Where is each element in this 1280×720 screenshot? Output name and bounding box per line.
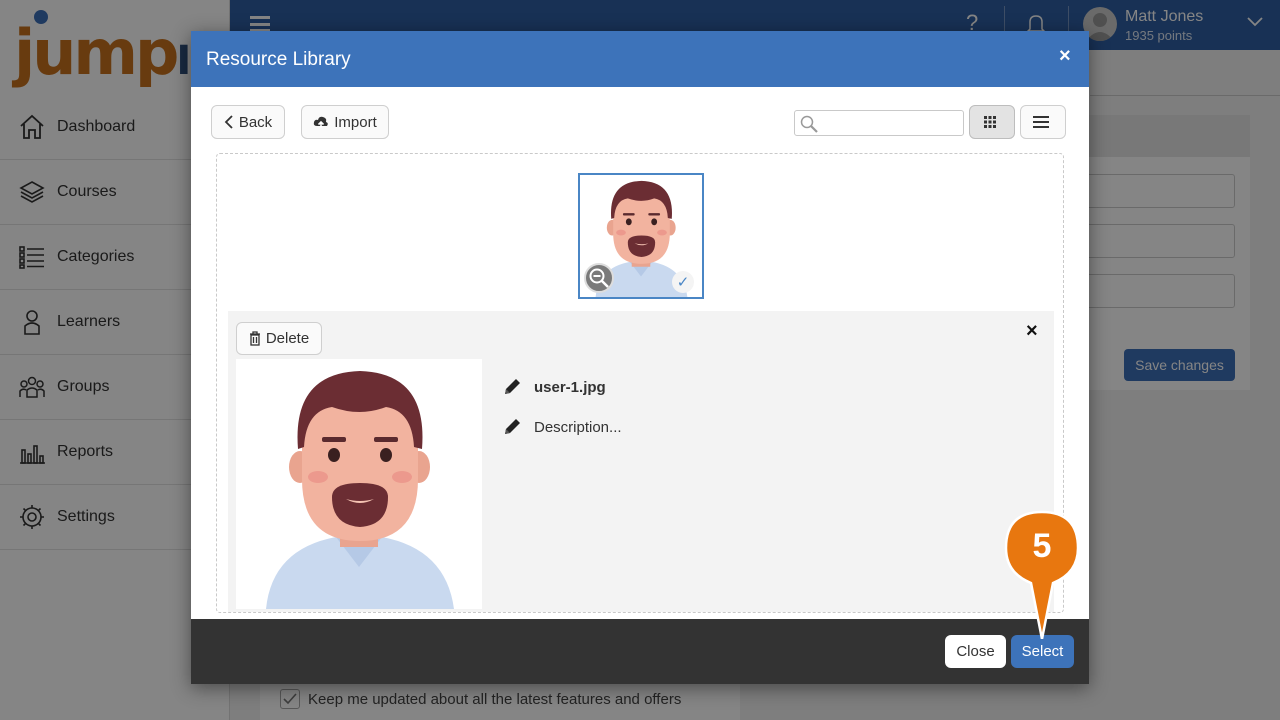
select-button[interactable]: Select xyxy=(1011,635,1074,668)
cloud-upload-icon xyxy=(314,116,329,128)
resource-preview xyxy=(236,359,482,609)
import-button-label: Import xyxy=(334,113,377,131)
delete-button[interactable]: Delete xyxy=(236,322,322,355)
chevron-left-icon xyxy=(224,115,233,129)
back-button-label: Back xyxy=(238,113,273,131)
modal-footer: Close Select xyxy=(191,619,1089,684)
close-button[interactable]: Close xyxy=(945,635,1006,668)
step-marker: 5 xyxy=(1003,509,1081,640)
file-name: user-1.jpg xyxy=(534,378,606,396)
modal-header: Resource Library × xyxy=(191,31,1089,87)
search-input[interactable] xyxy=(821,111,961,133)
import-button[interactable]: Import xyxy=(301,105,389,139)
pencil-icon xyxy=(505,379,520,394)
avatar-image xyxy=(236,359,482,609)
grid-view-button[interactable] xyxy=(969,105,1015,139)
modal-title: Resource Library xyxy=(206,49,351,70)
grid-view-icon xyxy=(983,116,996,128)
list-view-button[interactable] xyxy=(1020,105,1066,139)
resource-grid: ✓ Delete × user-1.jpg Description... xyxy=(216,153,1064,613)
resource-detail-panel: Delete × user-1.jpg Description... xyxy=(228,311,1054,612)
search-box xyxy=(794,110,964,136)
description-field[interactable]: Description... xyxy=(502,417,622,437)
detail-close-button[interactable]: × xyxy=(1026,320,1038,343)
selected-check-icon: ✓ xyxy=(672,271,694,293)
list-view-icon xyxy=(1032,116,1049,128)
resource-library-modal: Resource Library × Back Import ✓ Delete … xyxy=(191,31,1089,684)
zoom-out-button[interactable] xyxy=(584,263,614,293)
resource-thumbnail[interactable]: ✓ xyxy=(578,173,704,299)
delete-button-label: Delete xyxy=(265,330,310,347)
zoom-out-icon xyxy=(589,268,609,288)
description-placeholder: Description... xyxy=(534,418,622,436)
modal-close-button[interactable]: × xyxy=(1059,45,1071,68)
file-name-field[interactable]: user-1.jpg xyxy=(502,377,606,397)
pencil-icon xyxy=(505,419,520,434)
back-button[interactable]: Back xyxy=(211,105,285,139)
step-number: 5 xyxy=(1032,527,1052,565)
trash-icon xyxy=(249,331,260,346)
search-icon xyxy=(800,115,818,133)
